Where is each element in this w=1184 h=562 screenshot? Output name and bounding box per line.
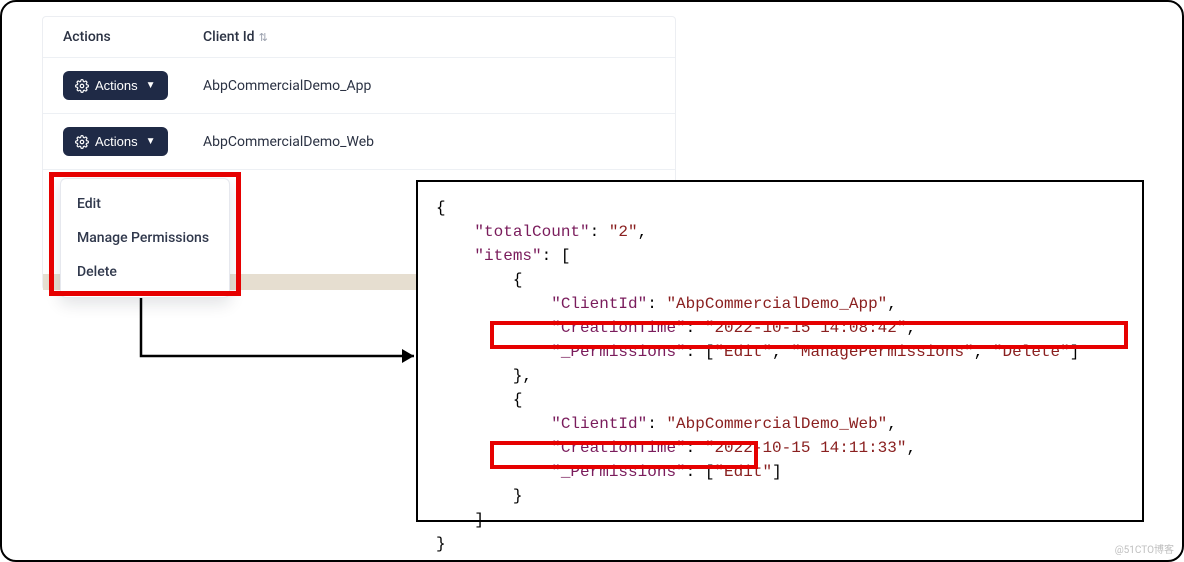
json-response-panel: { "totalCount": "2", "items": [ { "Clien… xyxy=(416,180,1144,522)
table-row: Actions ▼ AbpCommercialDemo_Web xyxy=(43,114,675,170)
code-brace: } xyxy=(513,487,523,505)
code-key: "_Permissions" xyxy=(551,463,685,481)
actions-button[interactable]: Actions ▼ xyxy=(63,127,168,156)
table-header-row: Actions Client Id ⇅ xyxy=(43,17,675,58)
cell-actions: Actions ▼ xyxy=(63,71,203,100)
code-value: "2022-10-15 14:08:42" xyxy=(705,319,907,337)
code-brace: { xyxy=(513,271,523,289)
watermark: @51CTO博客 xyxy=(1115,541,1174,556)
cell-clientid: AbpCommercialDemo_Web xyxy=(203,134,655,150)
actions-dropdown: Edit Manage Permissions Delete xyxy=(60,178,230,298)
figure-container: Actions Client Id ⇅ Actions ▼ AbpCommerc… xyxy=(0,0,1184,562)
code-key: "totalCount" xyxy=(474,223,589,241)
code-value: "AbpCommercialDemo_App" xyxy=(666,295,887,313)
column-header-clientid[interactable]: Client Id ⇅ xyxy=(203,29,655,45)
code-bracket: ] xyxy=(474,511,484,529)
table-row: Actions ▼ AbpCommercialDemo_App xyxy=(43,58,675,114)
code-value: "2" xyxy=(609,223,638,241)
actions-button[interactable]: Actions ▼ xyxy=(63,71,168,100)
code-brace: { xyxy=(513,391,523,409)
code-key: "CreationTime" xyxy=(551,439,685,457)
code-value: "Edit" xyxy=(714,463,772,481)
cell-actions: Actions ▼ xyxy=(63,127,203,156)
code-brace: { xyxy=(436,199,446,217)
dropdown-item-edit[interactable]: Edit xyxy=(61,187,229,221)
code-value: "AbpCommercialDemo_Web" xyxy=(666,415,887,433)
actions-button-label: Actions xyxy=(95,134,138,149)
code-brace: } xyxy=(436,535,446,553)
cell-clientid: AbpCommercialDemo_App xyxy=(203,78,655,94)
code-key: "items" xyxy=(474,247,541,265)
code-brace: }, xyxy=(513,367,532,385)
code-key: "ClientId" xyxy=(551,295,647,313)
code-key: "_Permissions" xyxy=(551,343,685,361)
code-key: "ClientId" xyxy=(551,415,647,433)
column-header-actions[interactable]: Actions xyxy=(63,29,203,45)
dropdown-item-manage-permissions[interactable]: Manage Permissions xyxy=(61,221,229,255)
column-header-clientid-label: Client Id xyxy=(203,29,255,45)
code-value: "ManagePermissions" xyxy=(791,343,973,361)
sort-icon: ⇅ xyxy=(259,32,268,43)
code-bracket: [ xyxy=(561,247,571,265)
chevron-down-icon: ▼ xyxy=(146,136,156,147)
code-value: "2022-10-15 14:11:33" xyxy=(705,439,907,457)
arrow-icon xyxy=(138,298,428,368)
dropdown-item-delete[interactable]: Delete xyxy=(61,255,229,289)
code-value: "Edit" xyxy=(714,343,772,361)
gear-icon xyxy=(75,135,89,149)
chevron-down-icon: ▼ xyxy=(146,80,156,91)
code-value: "Delete" xyxy=(993,343,1070,361)
gear-icon xyxy=(75,79,89,93)
actions-button-label: Actions xyxy=(95,78,138,93)
code-key: "CreationTime" xyxy=(551,319,685,337)
